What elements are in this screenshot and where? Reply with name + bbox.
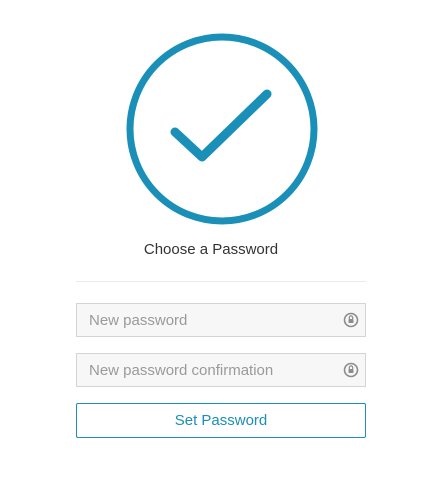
new-password-input[interactable] bbox=[77, 304, 333, 336]
new-password-field bbox=[76, 303, 366, 337]
confirm-password-field bbox=[76, 353, 366, 387]
set-password-button[interactable]: Set Password bbox=[76, 403, 366, 438]
page-title: Choose a Password bbox=[143, 241, 279, 258]
reveal-password-icon[interactable] bbox=[343, 312, 359, 328]
confirm-password-input[interactable] bbox=[77, 354, 333, 386]
reveal-password-icon[interactable] bbox=[343, 362, 359, 378]
divider bbox=[76, 281, 366, 282]
set-password-page: Choose a Password Set Password bbox=[0, 0, 422, 490]
check-circle-icon bbox=[124, 31, 320, 227]
